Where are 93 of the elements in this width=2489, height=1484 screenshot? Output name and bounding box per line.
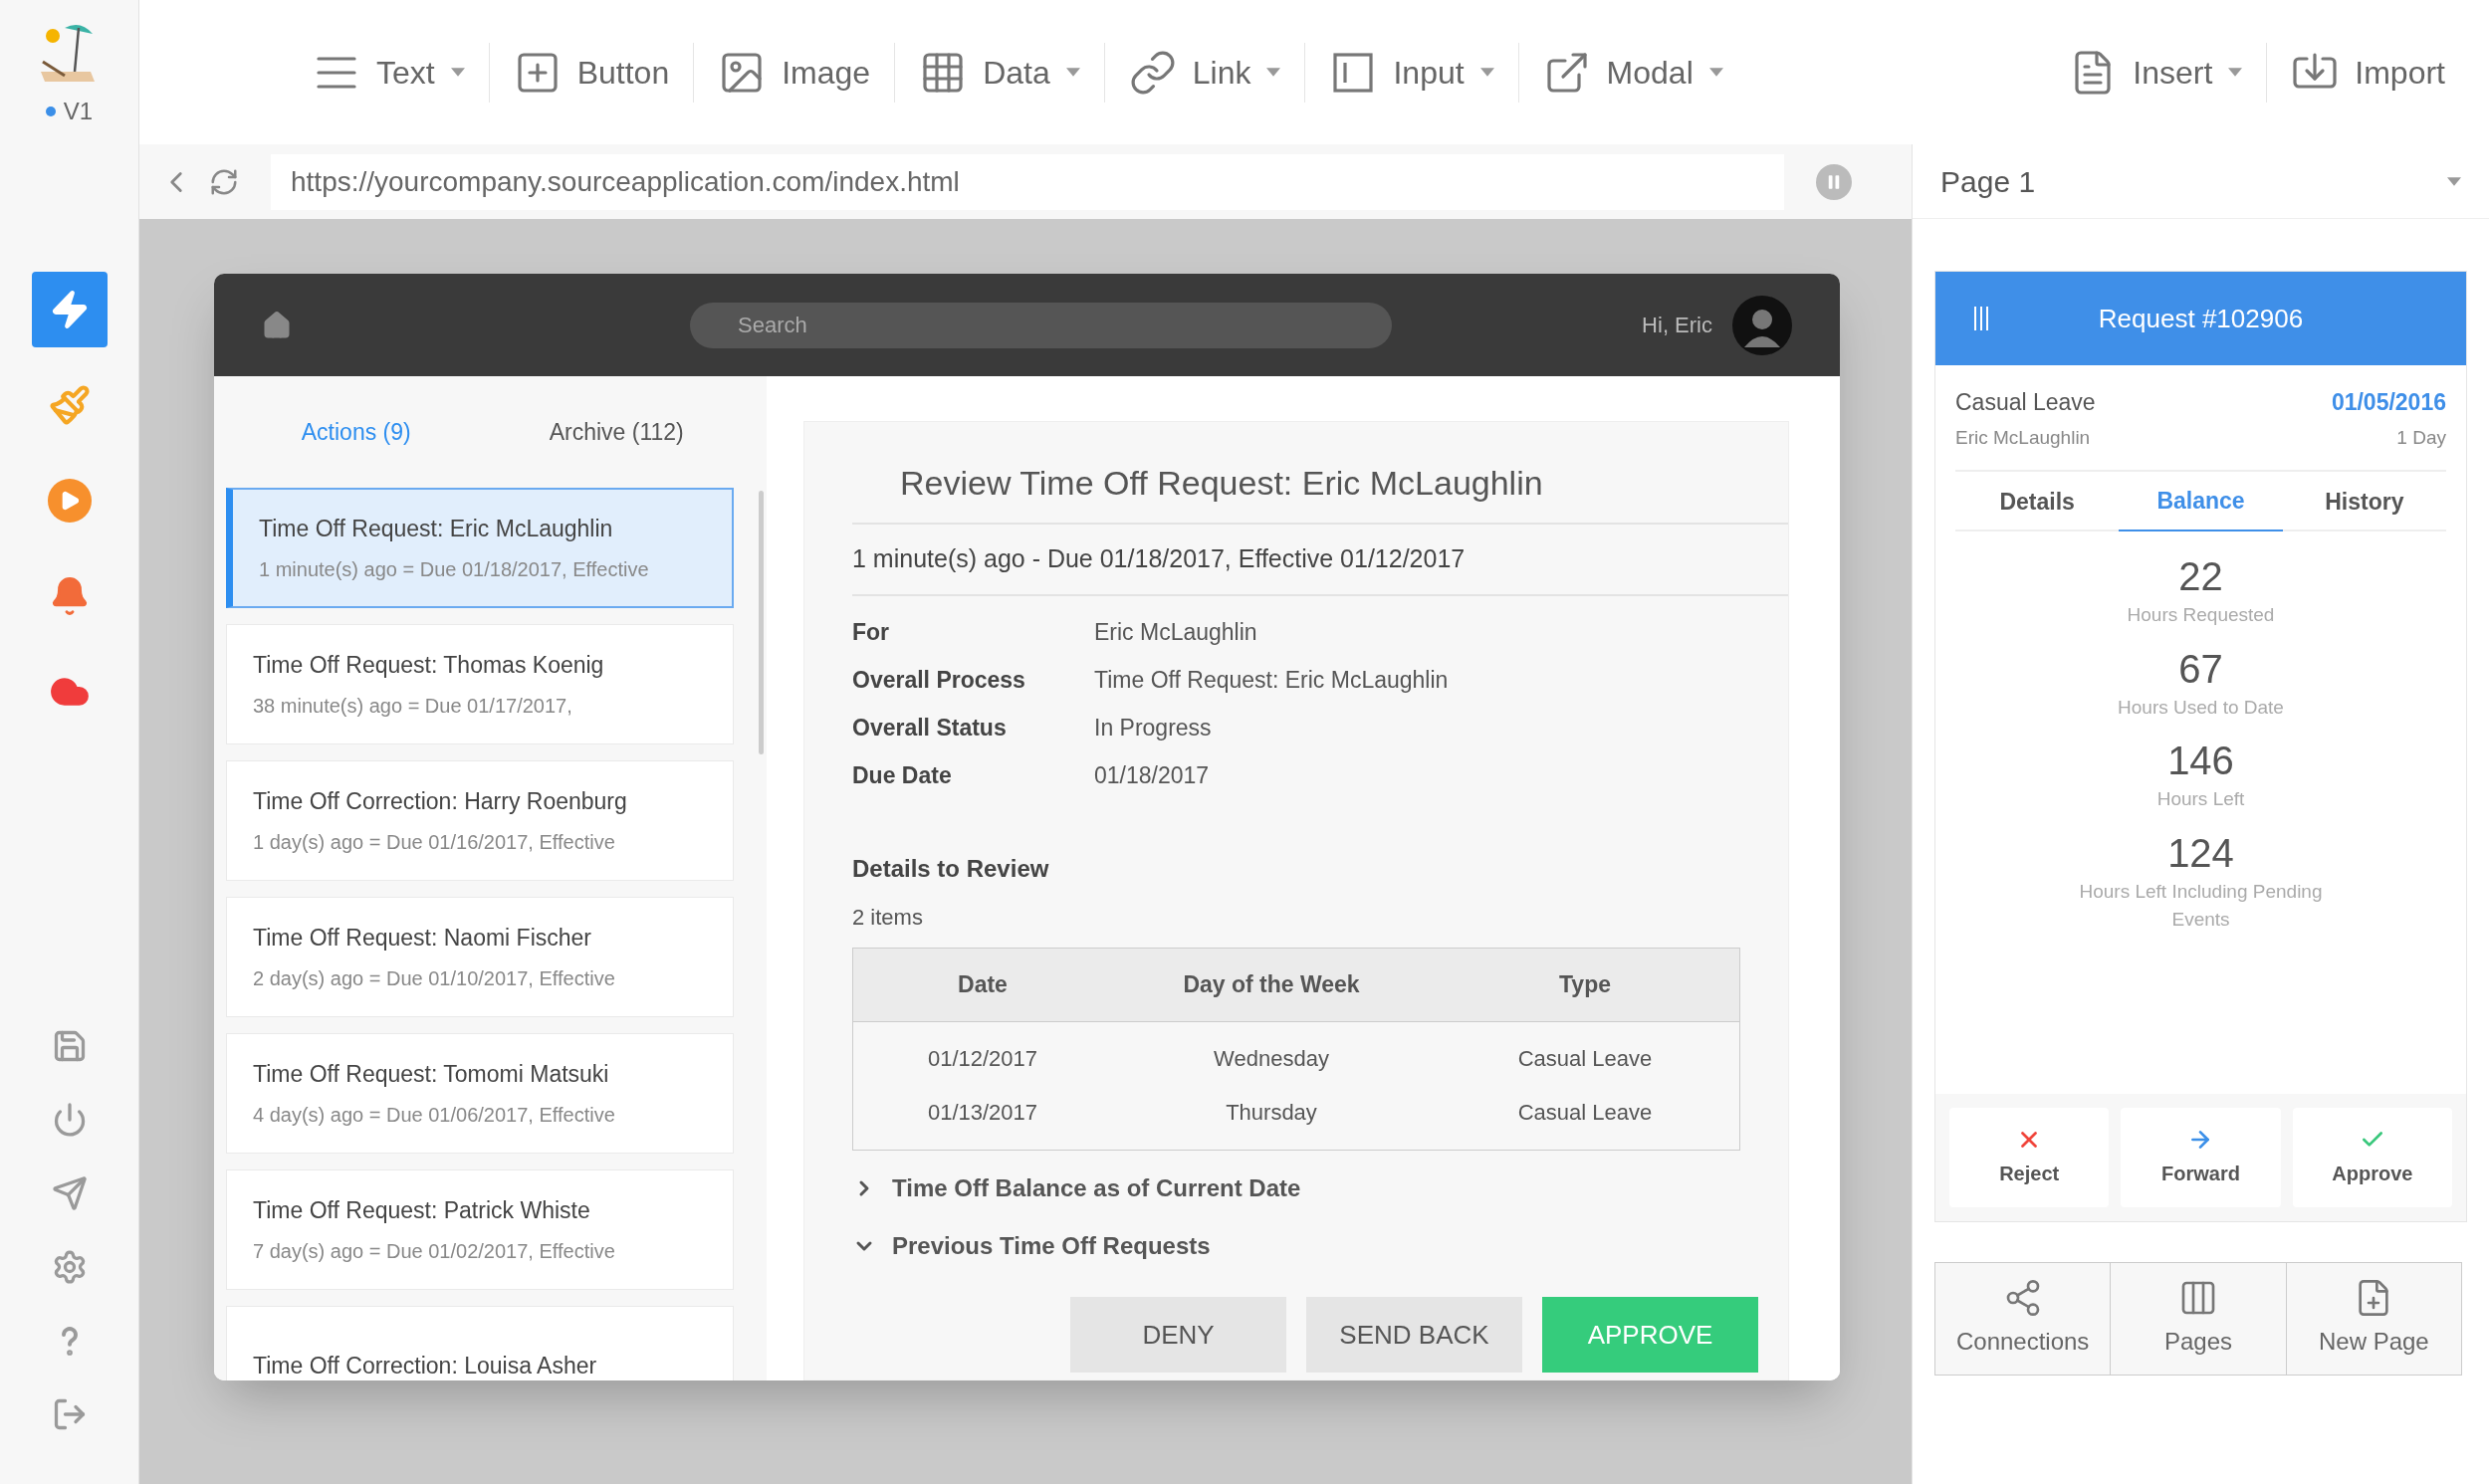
request-list-item[interactable]: Time Off Correction: Louisa Asher	[226, 1306, 734, 1380]
item-title: Time Off Correction: Harry Roenburg	[253, 787, 628, 817]
employee-name: Eric McLaughlin	[1955, 425, 2092, 450]
tab[interactable]: Archive (112)	[486, 414, 747, 450]
stat-label: Hours Requested	[2126, 603, 2276, 627]
request-list-item[interactable]: Time Off Correction: Harry Roenburg 1 day(s) ago = Due 01/16/2017, Effective	[226, 760, 734, 881]
panel-button[interactable]: New Page	[2285, 1263, 2461, 1375]
action-button[interactable]: DENY	[1070, 1297, 1286, 1373]
toolbar-button[interactable]: Image	[694, 37, 895, 107]
request-list-item[interactable]: Time Off Request: Tomomi Matsuki 4 day(s) ago = Due 01/06/2017, Effective	[226, 1033, 734, 1154]
pause-icon[interactable]	[1816, 163, 1852, 200]
toolbar-button[interactable]: Input	[1305, 37, 1518, 107]
field-value: In Progress	[1094, 714, 1212, 743]
field-value: Time Off Request: Eric McLaughlin	[1094, 666, 1449, 696]
home-icon[interactable]	[262, 310, 292, 340]
collapsible-header[interactable]: Previous Time Off Requests	[852, 1227, 1788, 1264]
action-button[interactable]: SEND BACK	[1306, 1297, 1522, 1373]
play-icon	[47, 479, 92, 523]
item-subtitle: 1 day(s) ago = Due 01/16/2017, Effective	[253, 829, 616, 855]
send-icon	[51, 1175, 88, 1211]
field-label: Due Date	[852, 761, 953, 791]
stat-value: 22	[2178, 553, 2223, 600]
tab[interactable]: History	[2282, 472, 2446, 531]
brush-icon	[48, 384, 91, 426]
table-cell-text: Wednesday	[1213, 1045, 1330, 1073]
greeting-text: Hi, Eric	[1642, 312, 1712, 339]
panel-button[interactable]: Pages	[2110, 1263, 2286, 1375]
collapsible-header[interactable]: Time Off Balance as of Current Date	[852, 1169, 1788, 1206]
item-subtitle: 4 day(s) ago = Due 01/06/2017, Effective	[253, 1102, 616, 1128]
table-cell-text: Casual Leave	[1516, 1045, 1654, 1073]
toolbar-button[interactable]: Data	[895, 37, 1104, 107]
stat-value: 67	[2178, 645, 2223, 693]
table-cell-text: 01/12/2017	[926, 1045, 1039, 1073]
item-title: Time Off Request: Thomas Koenig	[253, 651, 605, 681]
item-subtitle: 2 day(s) ago = Due 01/10/2017, Effective	[253, 965, 616, 991]
detail-subtitle: 1 minute(s) ago - Due 01/18/2017, Effective 01/12/2017	[852, 544, 1466, 572]
stat-label: Hours Left Including Pending Events	[2078, 879, 2324, 932]
tab[interactable]: Balance	[2119, 472, 2283, 531]
request-date: 01/05/2016	[2331, 388, 2446, 417]
stat-value: 146	[2167, 738, 2234, 784]
toolbar-button[interactable]: Import	[2267, 37, 2469, 107]
request-duration: 1 Day	[2396, 425, 2446, 450]
item-subtitle: 1 minute(s) ago = Due 01/18/2017, Effective	[259, 556, 650, 582]
tab[interactable]: Details	[1955, 472, 2120, 531]
request-list-item[interactable]: Time Off Request: Thomas Koenig 38 minute(s) ago = Due 01/17/2017,	[226, 624, 734, 744]
stat-label: Hours Left	[2155, 787, 2246, 811]
toolbar-button[interactable]: Link	[1104, 37, 1305, 107]
item-title: Time Off Correction: Louisa Asher	[253, 1352, 598, 1380]
item-title: Time Off Request: Patrick Whiste	[253, 1196, 591, 1226]
field-label: For	[852, 618, 891, 648]
tab[interactable]: Actions (9)	[226, 414, 487, 450]
item-title: Time Off Request: Naomi Fischer	[253, 924, 592, 954]
item-subtitle: 7 day(s) ago = Due 01/02/2017, Effective	[253, 1238, 616, 1264]
table-cell-text: Casual Leave	[1516, 1099, 1654, 1127]
field-value: 01/18/2017	[1094, 761, 1210, 791]
request-list-item[interactable]: Time Off Request: Patrick Whiste 7 day(s) ago = Due 01/02/2017, Effective	[226, 1169, 734, 1290]
detail-title: Review Time Off Request: Eric McLaughlin	[900, 463, 1544, 504]
table-cell-text: 01/13/2017	[926, 1099, 1039, 1127]
toolbar-button[interactable]: Modal	[1518, 37, 1747, 107]
item-title: Time Off Request: Eric McLaughlin	[259, 515, 614, 544]
section-heading: Details to Review	[852, 853, 1050, 884]
search-field[interactable]: Search	[690, 302, 1392, 348]
toolbar-button[interactable]: Button	[489, 37, 694, 107]
field-label: Overall Process	[852, 666, 1026, 696]
scrollbar-thumb[interactable]	[759, 491, 764, 754]
caret-icon	[2447, 176, 2461, 186]
stat-value: 124	[2167, 829, 2234, 877]
field-value: Eric McLaughlin	[1094, 618, 1257, 648]
table-cell-text: Thursday	[1225, 1099, 1318, 1127]
column-header: Type	[1558, 969, 1612, 999]
item-title: Time Off Request: Tomomi Matsuki	[253, 1060, 610, 1090]
page-select[interactable]: Page 1	[1913, 144, 2489, 219]
field-label: Overall Status	[852, 714, 1008, 743]
panel-button[interactable]: Connections	[1935, 1263, 2111, 1375]
tool-button[interactable]	[31, 272, 108, 347]
request-list-item[interactable]: Time Off Request: Naomi Fischer 2 day(s) ago = Due 01/10/2017, Effective	[226, 897, 734, 1017]
column-header: Date	[957, 969, 1009, 999]
stat-label: Hours Used to Date	[2117, 695, 2285, 720]
request-list-item[interactable]: Time Off Request: Eric McLaughlin 1 minute(s) ago = Due 01/18/2017, Effective	[226, 488, 734, 608]
action-button[interactable]: Approve	[2292, 1108, 2452, 1207]
toolbar-button[interactable]: Text	[289, 37, 489, 107]
item-subtitle: 38 minute(s) ago = Due 01/17/2017,	[253, 693, 573, 719]
column-header: Day of the Week	[1182, 969, 1361, 999]
url-field[interactable]: https://yourcompany.sourceapplication.com/index.html	[271, 153, 1784, 210]
avatar[interactable]	[1732, 295, 1792, 355]
item-count: 2 items	[852, 903, 924, 932]
action-button[interactable]: Reject	[1949, 1108, 2110, 1207]
leave-type: Casual Leave	[1955, 388, 2096, 417]
action-button[interactable]: Forward	[2121, 1108, 2281, 1207]
drag-handle-icon[interactable]	[1973, 307, 1989, 330]
request-title: Request #102906	[2097, 302, 2305, 335]
version-label: V1	[63, 96, 94, 126]
toolbar-button[interactable]: Insert	[2045, 37, 2267, 107]
